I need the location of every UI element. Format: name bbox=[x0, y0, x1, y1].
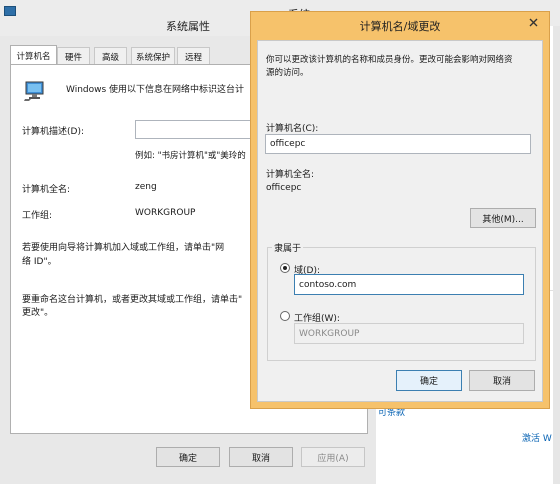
tab-system-protection[interactable]: 系统保护 bbox=[131, 47, 175, 65]
computer-monitor-icon bbox=[24, 80, 46, 102]
wizard-text-line1: 若要使用向导将计算机加入域或工作组，请单击"网 bbox=[22, 243, 225, 253]
cancel-button[interactable]: 取消 bbox=[229, 447, 293, 467]
computer-name-label: 计算机名(C): bbox=[266, 124, 319, 134]
domain-radio[interactable] bbox=[280, 263, 290, 273]
computer-name-dialog: 计算机名/域更改 你可以更改该计算机的名称和成员身份。更改可能会影响对网络资 源… bbox=[250, 11, 550, 409]
member-of-label: 隶属于 bbox=[272, 241, 304, 254]
description-label: 计算机描述(D): bbox=[22, 127, 84, 137]
intro-text: Windows 使用以下信息在网络中标识这台计 bbox=[66, 85, 245, 95]
system-properties-title: 系统属性 bbox=[166, 20, 210, 33]
dialog-title: 计算机名/域更改 bbox=[359, 20, 441, 33]
dialog-intro-line1: 你可以更改该计算机的名称和成员身份。更改可能会影响对网络资 bbox=[266, 55, 513, 65]
tab-hardware[interactable]: 硬件 bbox=[57, 47, 90, 65]
workgroup-label: 工作组: bbox=[22, 211, 53, 221]
rename-text-line2: 更改"。 bbox=[22, 308, 54, 318]
apply-button[interactable]: 应用(A) bbox=[301, 447, 365, 467]
window-icon-small bbox=[4, 6, 16, 16]
dialog-body: 你可以更改该计算机的名称和成员身份。更改可能会影响对网络资 源的访问。 计算机名… bbox=[257, 40, 543, 402]
close-icon bbox=[529, 18, 537, 26]
ok-button[interactable]: 确定 bbox=[156, 447, 220, 467]
description-input[interactable] bbox=[135, 120, 255, 139]
domain-input[interactable]: contoso.com bbox=[294, 274, 524, 295]
other-button[interactable]: 其他(M)... bbox=[470, 208, 536, 228]
computer-name-input[interactable]: officepc bbox=[265, 134, 531, 154]
rename-text-line1: 要重命名这台计算机，或者更改其域或工作组，请单击" bbox=[22, 295, 243, 305]
tab-computer-name[interactable]: 计算机名 bbox=[10, 45, 57, 65]
wizard-text-line2: 络 ID"。 bbox=[22, 257, 57, 267]
workgroup-input[interactable]: WORKGROUP bbox=[294, 323, 524, 344]
description-example: 例如: "书房计算机"或"美玲的 bbox=[135, 151, 246, 161]
dialog-ok-button[interactable]: 确定 bbox=[396, 370, 462, 391]
dialog-close-button[interactable] bbox=[521, 13, 545, 31]
tab-remote[interactable]: 远程 bbox=[177, 47, 210, 65]
full-name-label: 计算机全名: bbox=[22, 185, 71, 195]
dialog-intro-line2: 源的访问。 bbox=[266, 68, 309, 78]
tab-advanced[interactable]: 高级 bbox=[94, 47, 127, 65]
workgroup-value: WORKGROUP bbox=[135, 208, 196, 218]
activate-windows-link[interactable]: 激活 W bbox=[522, 431, 552, 444]
dialog-cancel-button[interactable]: 取消 bbox=[469, 370, 535, 391]
full-name-value: officepc bbox=[266, 183, 302, 193]
full-name-value: zeng bbox=[135, 182, 157, 192]
right-edge-scrollbar[interactable] bbox=[553, 26, 560, 484]
full-name-label: 计算机全名: bbox=[266, 170, 315, 180]
workgroup-radio[interactable] bbox=[280, 311, 290, 321]
